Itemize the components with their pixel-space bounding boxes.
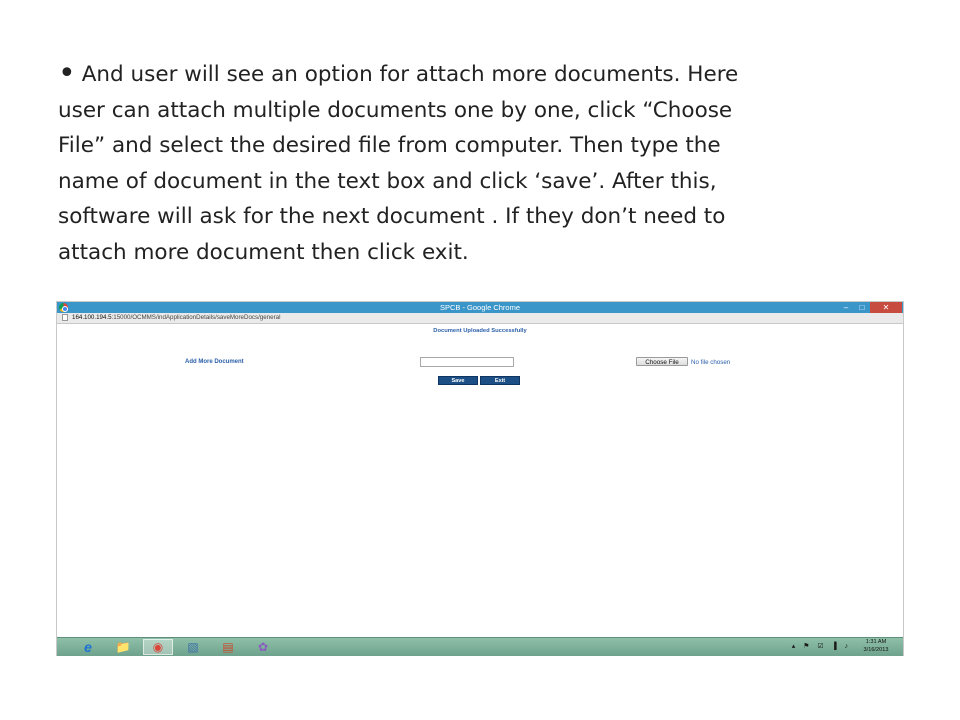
window-title: SPCB - Google Chrome bbox=[439, 303, 521, 312]
slide-line-6: attach more document then click exit. bbox=[58, 239, 469, 265]
folder-glyph: 📁 bbox=[115, 640, 131, 654]
powerpoint-icon[interactable]: ▤ bbox=[213, 639, 243, 655]
slide-line-3: File” and select the desired file from c… bbox=[58, 133, 721, 158]
app-window-icon[interactable]: ▧ bbox=[178, 639, 208, 655]
chrome-glyph: ◉ bbox=[152, 640, 164, 654]
url-path: :15000/OCMMS/indApplicationDetails/saveM… bbox=[111, 314, 281, 321]
slide-line-4: name of document in the text box and cli… bbox=[58, 168, 717, 194]
url-host: 164.100.194.5 bbox=[72, 314, 112, 321]
minimize-button[interactable]: – bbox=[839, 302, 853, 313]
save-button[interactable]: Save bbox=[438, 376, 478, 385]
document-name-input[interactable] bbox=[420, 357, 514, 367]
address-bar[interactable]: 164.100.194.5:15000/OCMMS/indApplication… bbox=[57, 313, 903, 324]
slide-line-text: And user will see an option for attach m… bbox=[81, 62, 739, 87]
exit-button[interactable]: Exit bbox=[480, 376, 520, 385]
choose-file-button[interactable]: Choose File bbox=[636, 357, 688, 366]
powerpoint-glyph: ▤ bbox=[222, 640, 234, 654]
taskbar: e 📁 ◉ ▧ ▤ ✿ ▴ ⚑ ☑ ▐ ♪ 1:31 AM 3/16/2013 bbox=[57, 637, 903, 656]
url-text[interactable]: 164.100.194.5:15000/OCMMS/indApplication… bbox=[72, 313, 280, 323]
page-icon bbox=[62, 314, 68, 321]
status-message: Document Uploaded Successfully bbox=[433, 328, 527, 334]
maximize-button[interactable]: □ bbox=[855, 302, 869, 313]
browser-screenshot: SPCB - Google Chrome – □ ✕ 164.100.194.5… bbox=[57, 302, 903, 656]
add-more-document-label: Add More Document bbox=[185, 359, 244, 365]
app-window-glyph: ▧ bbox=[187, 640, 199, 654]
close-button[interactable]: ✕ bbox=[870, 302, 902, 313]
slide-text: • And user will see an option for attach … bbox=[58, 54, 908, 270]
no-file-chosen-text: No file chosen bbox=[691, 359, 731, 366]
bullet-icon: • bbox=[58, 56, 76, 91]
clock-time: 1:31 AM bbox=[865, 639, 887, 645]
internet-explorer-icon[interactable]: e bbox=[73, 639, 103, 655]
ie-glyph: e bbox=[84, 639, 92, 655]
slide-line-5: software will ask for the next document … bbox=[58, 204, 726, 229]
paint-glyph: ✿ bbox=[257, 640, 269, 654]
system-tray-icons[interactable]: ▴ ⚑ ☑ ▐ ♪ bbox=[792, 642, 851, 650]
file-explorer-icon[interactable]: 📁 bbox=[108, 639, 138, 655]
slide-line-2: user can attach multiple documents one b… bbox=[58, 97, 733, 123]
page-content: Document Uploaded Successfully Add More … bbox=[57, 324, 903, 637]
window-titlebar: SPCB - Google Chrome – □ ✕ bbox=[57, 302, 903, 313]
chrome-taskbar-icon[interactable]: ◉ bbox=[143, 639, 173, 655]
taskbar-clock[interactable]: 1:31 AM 3/16/2013 bbox=[855, 639, 897, 654]
clock-date: 3/16/2013 bbox=[863, 646, 889, 653]
paint-icon[interactable]: ✿ bbox=[248, 639, 278, 655]
slide-line-1: • And user will see an option for attach … bbox=[58, 54, 908, 93]
